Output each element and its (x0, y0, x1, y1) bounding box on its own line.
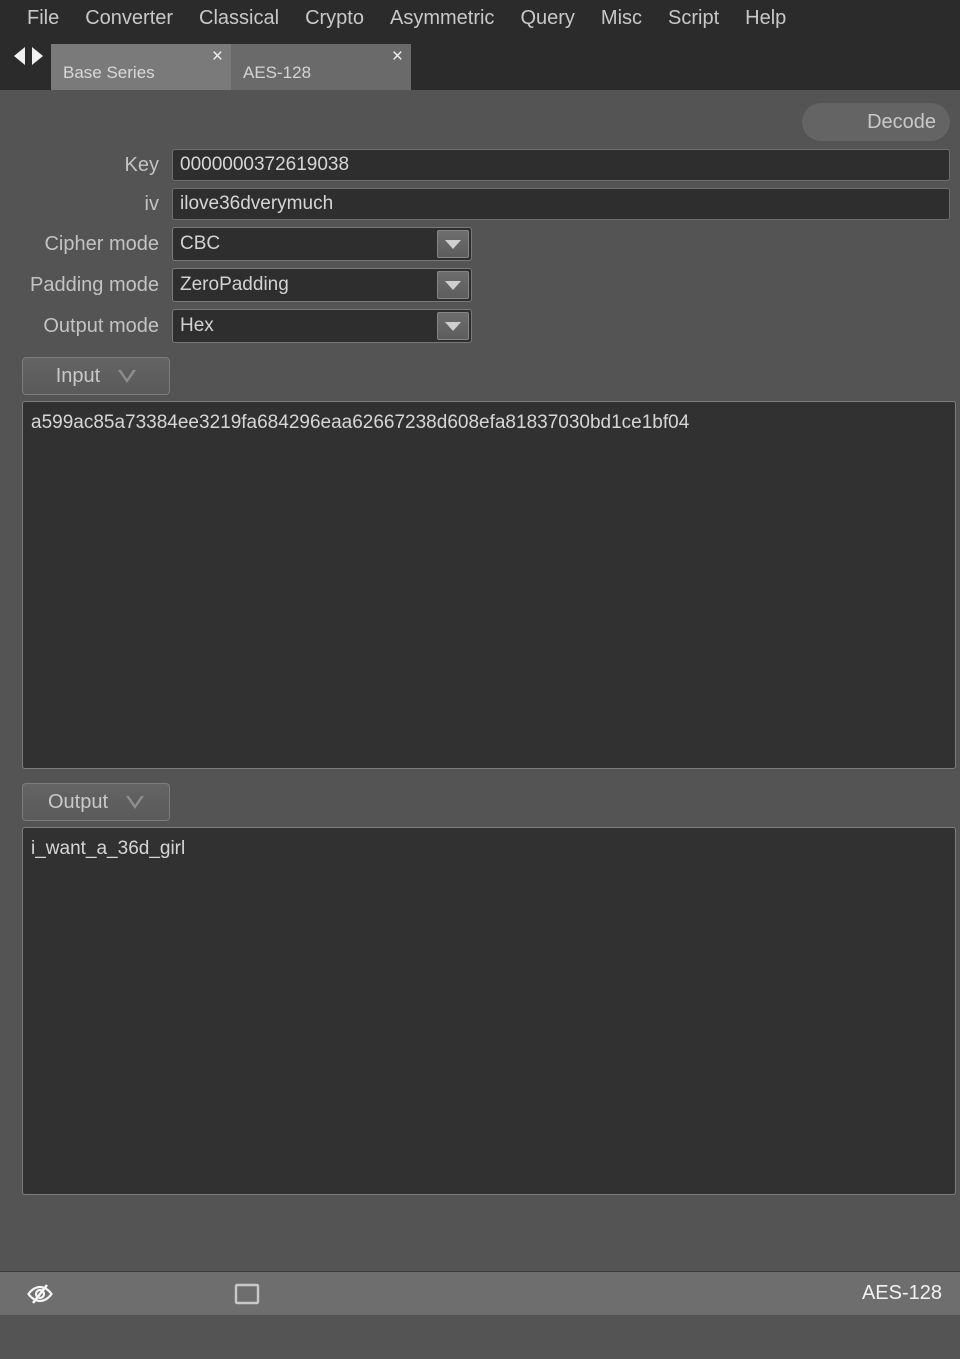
menu-item-misc[interactable]: Misc (588, 3, 655, 33)
input-section-label: Input (55, 364, 101, 387)
menu-item-converter[interactable]: Converter (72, 3, 186, 33)
output-section-label: Output (47, 790, 109, 813)
status-bar: AES-128 (0, 1271, 960, 1315)
iv-input[interactable] (172, 188, 950, 220)
cipher-settings-form: Key iv Cipher mode CBC Padding mode Zero… (0, 141, 960, 343)
tab-label: AES-128 (243, 63, 312, 82)
menu-item-file[interactable]: File (14, 3, 72, 33)
output-mode-value: Hex (180, 315, 214, 336)
menu-item-crypto[interactable]: Crypto (292, 3, 377, 33)
output-mode-row: Output mode Hex (10, 309, 950, 343)
triangle-down-outline-icon[interactable] (118, 369, 137, 383)
cipher-mode-select[interactable]: CBC (172, 227, 472, 261)
close-icon[interactable]: × (392, 47, 403, 66)
cipher-mode-value: CBC (180, 233, 221, 254)
padding-mode-select[interactable]: ZeroPadding (172, 268, 472, 302)
padding-mode-label: Padding mode (30, 273, 159, 296)
menu-item-query[interactable]: Query (507, 3, 587, 33)
chevron-down-icon[interactable] (437, 312, 469, 340)
triangle-right-icon[interactable] (32, 47, 43, 65)
menu-item-script[interactable]: Script (655, 3, 732, 33)
output-section-toggle[interactable]: Output (22, 783, 170, 821)
tab-nav-arrows (10, 36, 51, 90)
key-row: Key (10, 149, 950, 181)
tab-aes-128[interactable]: AES-128 × (231, 44, 411, 90)
close-icon[interactable]: × (212, 47, 223, 66)
iv-row: iv (10, 188, 950, 220)
input-section-toggle[interactable]: Input (22, 357, 170, 395)
menu-item-classical[interactable]: Classical (186, 3, 292, 33)
key-input[interactable] (172, 149, 950, 181)
tab-label: Base Series (63, 63, 155, 82)
padding-mode-value: ZeroPadding (180, 274, 289, 295)
chevron-down-icon[interactable] (437, 271, 469, 299)
iv-label: iv (144, 192, 159, 215)
output-mode-select[interactable]: Hex (172, 309, 472, 343)
cipher-mode-row: Cipher mode CBC (10, 227, 950, 261)
padding-mode-row: Padding mode ZeroPadding (10, 268, 950, 302)
cipher-mode-label: Cipher mode (44, 232, 159, 255)
output-mode-label: Output mode (43, 314, 159, 337)
status-mode-label: AES-128 (861, 1282, 942, 1304)
window-rectangle-icon[interactable] (234, 1283, 260, 1305)
decode-button[interactable]: Decode (802, 103, 950, 141)
output-textarea[interactable] (22, 827, 956, 1195)
menu-item-asymmetric[interactable]: Asymmetric (377, 3, 507, 33)
toolbar: Decode (0, 90, 960, 141)
tab-bar: Base Series × AES-128 × (0, 36, 960, 90)
chevron-down-icon[interactable] (437, 230, 469, 258)
triangle-left-icon[interactable] (14, 47, 25, 65)
triangle-down-outline-icon[interactable] (126, 795, 145, 809)
input-textarea[interactable] (22, 401, 956, 769)
menu-bar: File Converter Classical Crypto Asymmetr… (0, 0, 960, 36)
main-content: Decode Key iv Cipher mode CBC Padding mo… (0, 90, 960, 1315)
eye-off-icon[interactable] (26, 1282, 54, 1306)
tab-base-series[interactable]: Base Series × (51, 44, 231, 90)
menu-item-help[interactable]: Help (732, 3, 799, 33)
key-label: Key (124, 153, 159, 176)
